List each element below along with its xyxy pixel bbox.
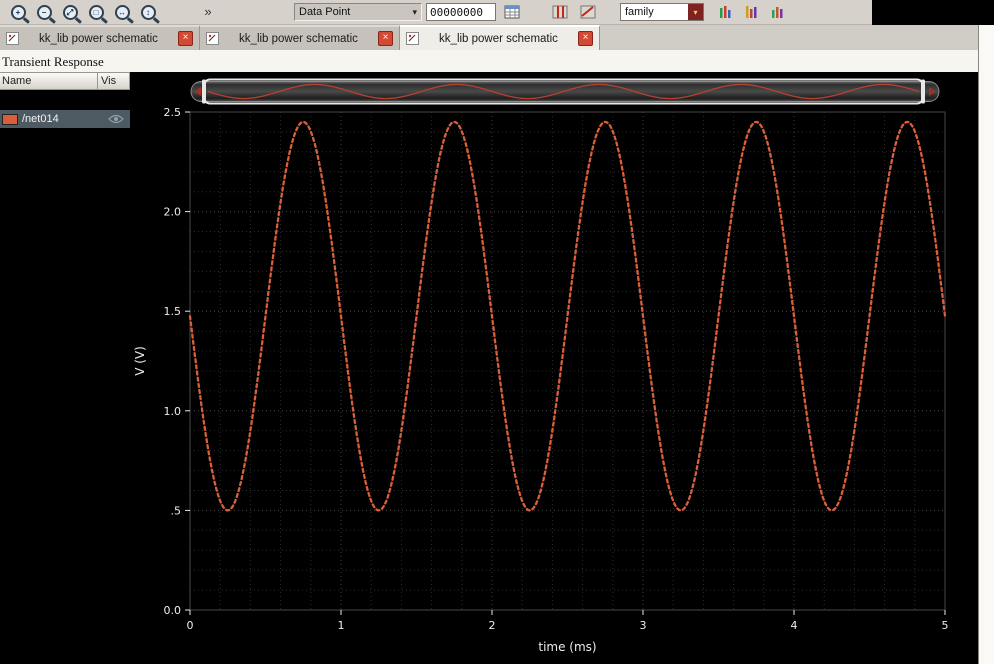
tab-bar: kk_lib power schematic × kk_lib power sc… <box>0 25 978 51</box>
svg-text:2.0: 2.0 <box>164 206 182 219</box>
tab-kk-lib-power-schematic-3-active[interactable]: kk_lib power schematic × <box>400 25 600 50</box>
zoom-y-icon[interactable]: ↕ <box>136 2 160 22</box>
svg-text:2.5: 2.5 <box>164 106 182 119</box>
table-icon[interactable] <box>500 2 524 22</box>
svg-text:1.0: 1.0 <box>164 405 182 418</box>
zoom-fit-glyph: ⤢ <box>65 7 76 18</box>
svg-text:3: 3 <box>640 619 647 632</box>
magnifier-icon: ↕ <box>141 5 156 20</box>
tab-close-icon[interactable]: × <box>378 31 393 46</box>
family-combo[interactable]: family ▾ <box>620 3 704 21</box>
toolbar-right-filler <box>872 0 994 25</box>
svg-text:1.5: 1.5 <box>164 305 182 318</box>
zoom-fit-icon[interactable]: ⤢ <box>58 2 82 22</box>
tab-kk-lib-power-schematic-2[interactable]: kk_lib power schematic × <box>200 25 400 50</box>
magnifier-icon: □ <box>89 5 104 20</box>
waveform-plot[interactable]: 0 1 2 3 4 5 0.0 .5 1.0 1.5 2.0 2.5 time (ms) V (V) <box>130 72 980 664</box>
visibility-eye-icon[interactable] <box>104 114 128 124</box>
data-point-combo[interactable]: Data Point ▾ <box>294 3 422 21</box>
waveform-window-icon <box>6 32 19 45</box>
marker-ruler-icon <box>580 4 596 20</box>
magnifier-icon: ↔ <box>115 5 130 20</box>
eye-icon <box>108 114 124 124</box>
toolbar: + − ⤢ □ ↔ ↕ » Data Point ▾ family ▾ <box>0 0 872 25</box>
horizontal-marker-icon[interactable] <box>576 2 600 22</box>
overview-scrollbar[interactable] <box>190 78 940 106</box>
zoom-box-glyph: □ <box>91 7 102 18</box>
zoom-out-icon[interactable]: − <box>32 2 56 22</box>
svg-text:2: 2 <box>489 619 496 632</box>
signal-row-net014[interactable]: /net014 <box>0 110 130 128</box>
tab-label: kk_lib power schematic <box>225 33 372 45</box>
svg-text:0: 0 <box>187 619 194 632</box>
signal-name: /net014 <box>22 113 100 125</box>
family-combo-label: family <box>625 6 654 18</box>
strip-plot-icon[interactable] <box>740 2 764 22</box>
svg-text:time (ms): time (ms) <box>538 640 596 654</box>
zoom-x-icon[interactable]: ↔ <box>110 2 134 22</box>
data-point-combo-label: Data Point <box>299 6 350 18</box>
composite-plot-icon[interactable] <box>766 2 790 22</box>
zoom-box-icon[interactable]: □ <box>84 2 108 22</box>
zoom-x-glyph: ↔ <box>117 7 128 18</box>
plot-header: Transient Response <box>0 50 978 72</box>
vis-column-header: Vis <box>98 75 129 87</box>
marker-bars-icon <box>552 4 568 20</box>
svg-text:1: 1 <box>338 619 345 632</box>
page-title: Transient Response <box>2 54 104 70</box>
svg-text:0.0: 0.0 <box>164 604 182 617</box>
waveform-window-icon <box>206 32 219 45</box>
magnifier-icon: − <box>37 5 52 20</box>
chevron-down-icon: ▾ <box>412 7 417 18</box>
toolbar-overflow-chevron[interactable]: » <box>198 2 218 22</box>
plot-area: 0 1 2 3 4 5 0.0 .5 1.0 1.5 2.0 2.5 time (ms) V (V) <box>130 72 980 664</box>
zoom-out-glyph: − <box>39 7 50 18</box>
table-grid-icon <box>504 4 520 20</box>
zoom-in-icon[interactable]: + <box>6 2 30 22</box>
zoom-y-glyph: ↕ <box>143 7 154 18</box>
overlay-plot-icon[interactable] <box>714 2 738 22</box>
tab-close-icon[interactable]: × <box>578 31 593 46</box>
signal-list-panel: Name Vis /net014 <box>0 72 130 664</box>
magnifier-icon: + <box>11 5 26 20</box>
colored-bars-icon <box>718 4 734 20</box>
right-scrollbar-track[interactable] <box>978 25 994 664</box>
value-input[interactable] <box>426 3 496 21</box>
name-column-header: Name <box>0 73 98 89</box>
tab-kk-lib-power-schematic-1[interactable]: kk_lib power schematic × <box>0 25 200 50</box>
zoom-in-glyph: + <box>13 7 24 18</box>
colored-bars-icon <box>744 4 760 20</box>
tab-close-icon[interactable]: × <box>178 31 193 46</box>
svg-text:4: 4 <box>791 619 798 632</box>
svg-text:.5: .5 <box>171 504 182 517</box>
tab-label: kk_lib power schematic <box>425 33 572 45</box>
magnifier-icon: ⤢ <box>63 5 78 20</box>
range-right-handle[interactable] <box>921 80 925 104</box>
trace-color-swatch <box>2 114 18 125</box>
signal-list-header: Name Vis <box>0 72 130 90</box>
vertical-marker-icon[interactable] <box>548 2 572 22</box>
colored-bars-icon <box>770 4 786 20</box>
svg-text:V (V): V (V) <box>133 346 147 376</box>
range-left-handle[interactable] <box>202 80 206 104</box>
waveform-window-icon <box>406 32 419 45</box>
chevron-down-icon[interactable]: ▾ <box>688 4 703 20</box>
svg-text:5: 5 <box>942 619 949 632</box>
tab-label: kk_lib power schematic <box>25 33 172 45</box>
